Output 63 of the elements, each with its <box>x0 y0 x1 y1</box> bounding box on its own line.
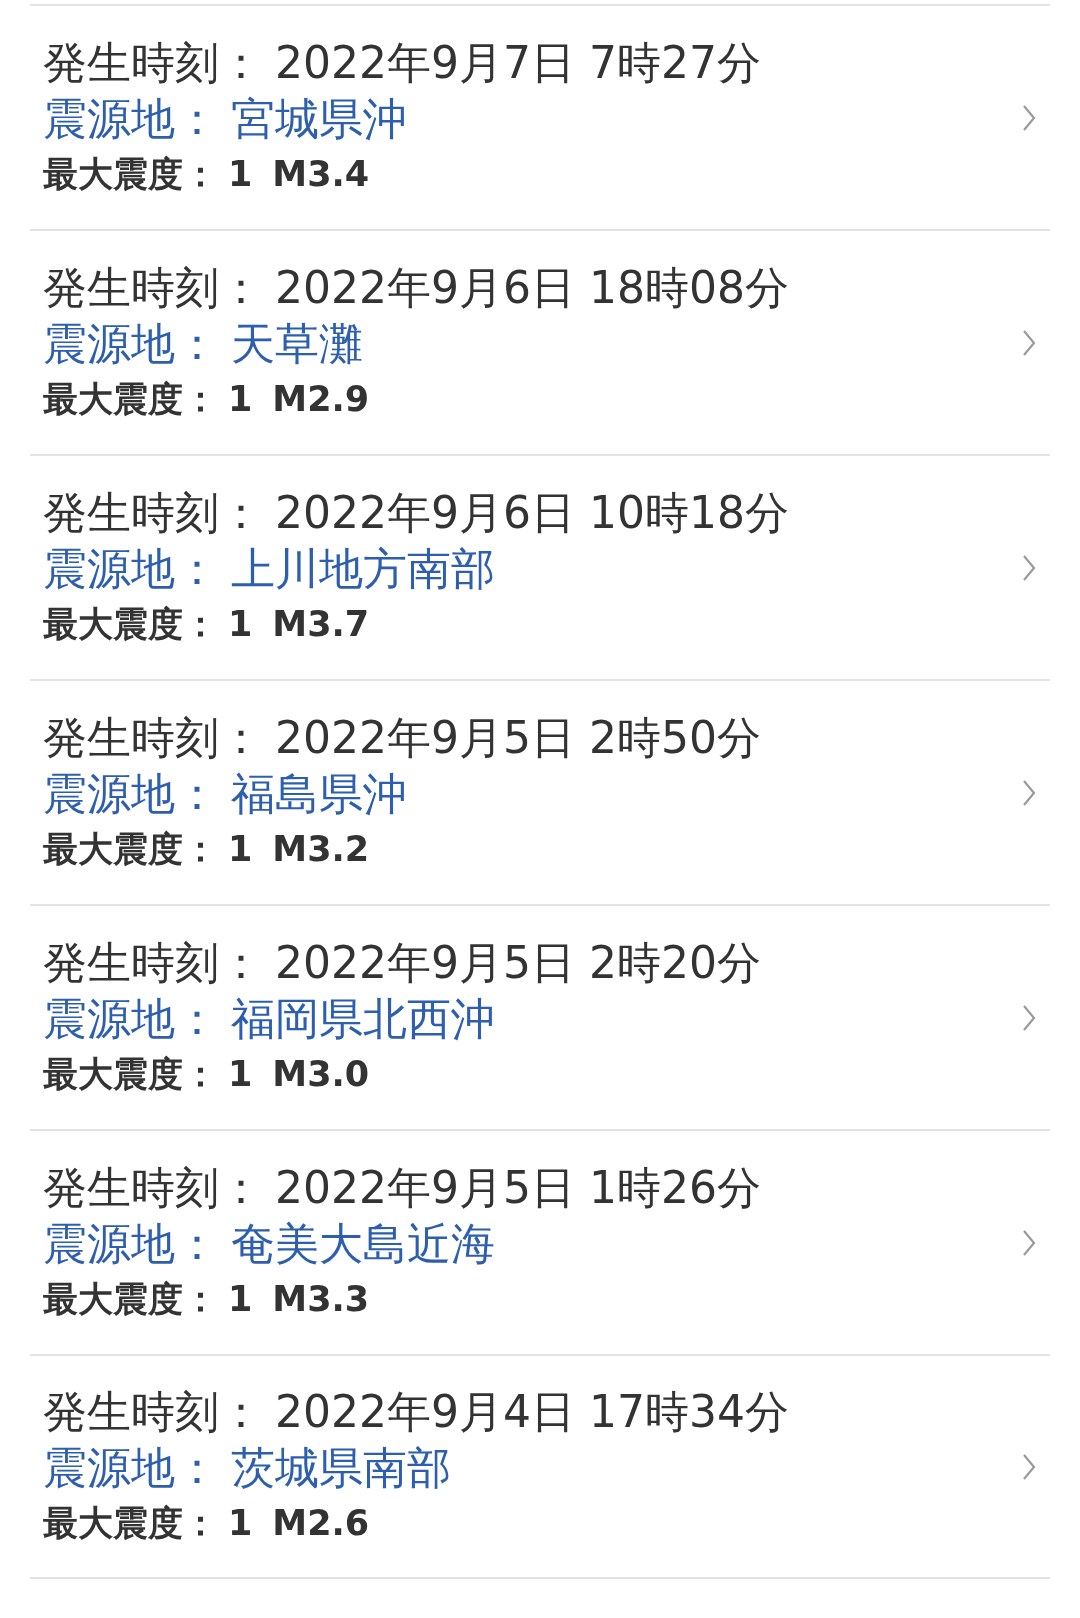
chevron-right-icon <box>1022 1228 1036 1257</box>
intensity-label: 最大震度： <box>43 1052 218 1096</box>
time-label: 発生時刻： <box>43 485 263 540</box>
max-intensity: 1 <box>228 827 253 871</box>
intensity-label: 最大震度： <box>43 377 218 421</box>
epicenter-label: 震源地： <box>43 1440 219 1495</box>
epicenter-label: 震源地： <box>43 766 219 821</box>
chevron-right-icon <box>1022 778 1036 807</box>
time-label: 発生時刻： <box>43 710 263 765</box>
intensity-label: 最大震度： <box>43 1277 218 1321</box>
epicenter-name: 天草灘 <box>231 316 363 371</box>
epicenter-label: 震源地： <box>43 91 219 146</box>
epicenter-label: 震源地： <box>43 541 219 596</box>
magnitude: M3.2 <box>272 827 370 871</box>
epicenter-name: 福岡県北西沖 <box>231 991 495 1046</box>
earthquake-list-item[interactable]: 発生時刻： 2022年9月7日 7時27分 震源地： 宮城県沖 最大震度： 1 M3.4 <box>30 4 1050 229</box>
occurrence-time: 2022年9月4日 17時34分 <box>275 1384 789 1439</box>
max-intensity: 1 <box>228 1277 253 1321</box>
chevron-right-icon <box>1022 328 1036 357</box>
intensity-label: 最大震度： <box>43 602 218 646</box>
max-intensity: 1 <box>228 152 253 196</box>
occurrence-time: 2022年9月6日 10時18分 <box>275 485 789 540</box>
time-label: 発生時刻： <box>43 1160 263 1215</box>
magnitude: M2.9 <box>272 377 370 421</box>
chevron-right-icon <box>1022 553 1036 582</box>
epicenter-name: 上川地方南部 <box>231 541 495 596</box>
epicenter-label: 震源地： <box>43 991 219 1046</box>
occurrence-time: 2022年9月7日 7時27分 <box>275 35 761 90</box>
occurrence-time: 2022年9月6日 18時08分 <box>275 260 789 315</box>
chevron-right-icon <box>1022 1452 1036 1481</box>
epicenter-name: 福島県沖 <box>231 766 407 821</box>
earthquake-list-item[interactable]: 発生時刻： 2022年9月5日 1時26分 震源地： 奄美大島近海 最大震度： 1 M3.3 <box>30 1129 1050 1354</box>
magnitude: M3.4 <box>272 152 370 196</box>
time-label: 発生時刻： <box>43 35 263 90</box>
earthquake-list-item[interactable]: 発生時刻： 2022年9月4日 17時34分 震源地： 茨城県南部 最大震度： 1 M2.6 <box>30 1354 1050 1579</box>
chevron-right-icon <box>1022 103 1036 132</box>
max-intensity: 1 <box>228 602 253 646</box>
time-label: 発生時刻： <box>43 935 263 990</box>
chevron-right-icon <box>1022 1003 1036 1032</box>
max-intensity: 1 <box>228 1501 253 1545</box>
epicenter-label: 震源地： <box>43 1216 219 1271</box>
magnitude: M2.6 <box>272 1501 370 1545</box>
earthquake-list-item[interactable]: 発生時刻： 2022年9月5日 2時50分 震源地： 福島県沖 最大震度： 1 M3.2 <box>30 679 1050 904</box>
max-intensity: 1 <box>228 1052 253 1096</box>
occurrence-time: 2022年9月5日 2時50分 <box>275 710 761 765</box>
intensity-label: 最大震度： <box>43 827 218 871</box>
time-label: 発生時刻： <box>43 260 263 315</box>
earthquake-list-item[interactable]: 発生時刻： 2022年9月5日 2時20分 震源地： 福岡県北西沖 最大震度： 1 M3.0 <box>30 904 1050 1129</box>
magnitude: M3.0 <box>272 1052 370 1096</box>
intensity-label: 最大震度： <box>43 152 218 196</box>
occurrence-time: 2022年9月5日 1時26分 <box>275 1160 761 1215</box>
epicenter-name: 茨城県南部 <box>231 1440 451 1495</box>
epicenter-name: 宮城県沖 <box>231 91 407 146</box>
magnitude: M3.3 <box>272 1277 370 1321</box>
epicenter-label: 震源地： <box>43 316 219 371</box>
epicenter-name: 奄美大島近海 <box>231 1216 495 1271</box>
time-label: 発生時刻： <box>43 1384 263 1439</box>
occurrence-time: 2022年9月5日 2時20分 <box>275 935 761 990</box>
earthquake-list-item[interactable]: 発生時刻： 2022年9月6日 10時18分 震源地： 上川地方南部 最大震度： 1 M3.7 <box>30 454 1050 679</box>
earthquake-list-item[interactable]: 発生時刻： 2022年9月6日 18時08分 震源地： 天草灘 最大震度： 1 M2.9 <box>30 229 1050 454</box>
max-intensity: 1 <box>228 377 253 421</box>
magnitude: M3.7 <box>272 602 370 646</box>
intensity-label: 最大震度： <box>43 1501 218 1545</box>
